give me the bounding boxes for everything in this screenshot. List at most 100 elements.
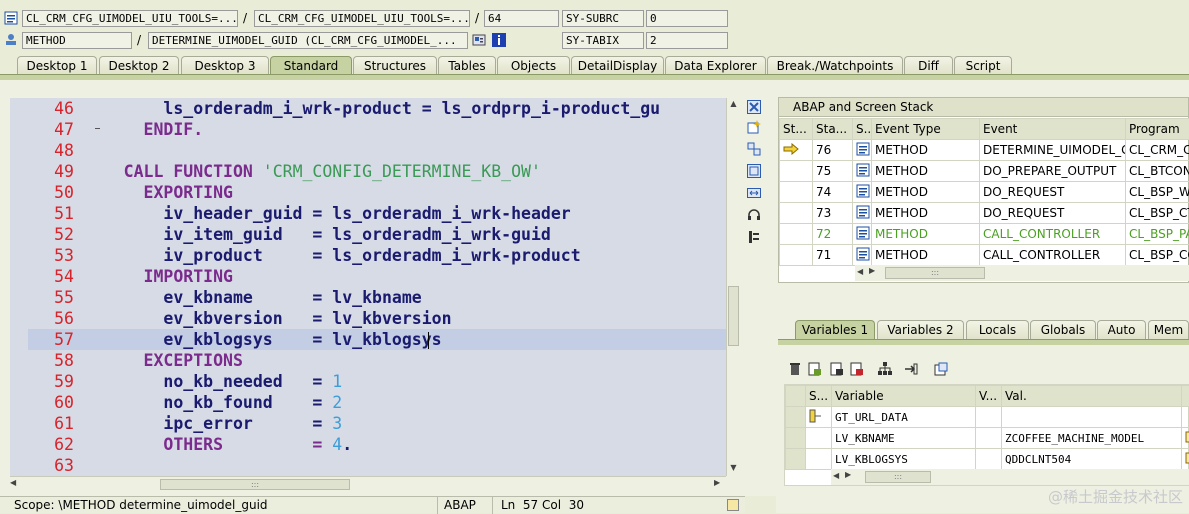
editor-horizontal-scrollbar[interactable]: ◀ ::: ▶ xyxy=(10,476,726,492)
tab-mem[interactable]: Mem xyxy=(1148,320,1189,340)
code-line[interactable]: 47 ENDIF. xyxy=(28,119,726,140)
stack-column-header[interactable]: Event Type xyxy=(872,119,980,140)
debug-settings-icon[interactable] xyxy=(747,230,761,244)
code-line[interactable]: 49 CALL FUNCTION 'CRM_CONFIG_DETERMINE_K… xyxy=(28,161,726,182)
tab-desktop-3[interactable]: Desktop 3 xyxy=(181,56,269,75)
fold-marker[interactable] xyxy=(95,128,100,129)
variables-column-header[interactable]: Val. xyxy=(1002,386,1182,407)
variable-name[interactable]: LV_KBNAME xyxy=(832,428,976,449)
variable-value[interactable]: QDDCLNT504 xyxy=(1002,449,1182,470)
stack-column-header[interactable]: S... xyxy=(853,119,872,140)
new-tool-icon[interactable] xyxy=(747,120,761,134)
code-line[interactable]: 59 no_kb_needed = 1 xyxy=(28,371,726,392)
stack-column-header[interactable]: St... xyxy=(780,119,813,140)
tab-variables-2[interactable]: Variables 2 xyxy=(877,320,964,340)
display-object-icon[interactable] xyxy=(472,33,486,47)
edit-icon[interactable] xyxy=(1185,430,1189,444)
tab-desktop-2[interactable]: Desktop 2 xyxy=(99,56,179,75)
row-selector[interactable] xyxy=(786,449,806,470)
editor-vertical-scrollbar[interactable]: ▲ ▼ xyxy=(726,98,740,476)
new-window-icon[interactable] xyxy=(934,362,948,376)
variables-horizontal-scrollbar[interactable]: ◀ ▶ ::: xyxy=(831,469,1189,485)
scroll-thumb[interactable] xyxy=(728,286,739,346)
stack-horizontal-scrollbar[interactable]: ◀ ▶ ::: xyxy=(855,265,1189,281)
stack-row[interactable]: 72METHODCALL_CONTROLLERCL_BSP_PA xyxy=(780,224,1189,245)
tab-variables-1[interactable]: Variables 1 xyxy=(795,320,875,340)
scroll-down-icon[interactable]: ▼ xyxy=(727,462,740,474)
variable-row[interactable]: LV_KBLOGSYS QDDCLNT504 xyxy=(786,449,1189,470)
close-icon[interactable] xyxy=(747,100,761,114)
code-line[interactable]: 57 ev_kblogsys = lv_kblogsys xyxy=(28,329,726,350)
code-line[interactable]: 63 xyxy=(28,455,726,476)
tab-break-watchpoints[interactable]: Break./Watchpoints xyxy=(767,56,903,75)
variables-column-header[interactable]: V... xyxy=(976,386,1002,407)
variables-column-header[interactable]: Variable xyxy=(832,386,976,407)
code-line[interactable]: 61 ipc_error = 3 xyxy=(28,413,726,434)
scroll-thumb[interactable]: ::: xyxy=(865,471,931,483)
tab-objects[interactable]: Objects xyxy=(497,56,570,75)
scroll-right-icon[interactable]: ▶ xyxy=(714,478,720,487)
scroll-left-icon[interactable]: ◀ xyxy=(833,471,839,480)
scroll-left-icon[interactable]: ◀ xyxy=(10,478,16,487)
edit-value-cell[interactable] xyxy=(1182,449,1189,470)
code-line[interactable]: 60 no_kb_found = 2 xyxy=(28,392,726,413)
edit-value-cell[interactable] xyxy=(1182,407,1189,428)
variable-row[interactable]: LV_KBNAME ZCOFFEE_MACHINE_MODEL xyxy=(786,428,1189,449)
export-icon[interactable] xyxy=(808,362,822,376)
code-line[interactable]: 48 xyxy=(28,140,726,161)
tree-icon[interactable] xyxy=(4,33,18,47)
variable-value[interactable] xyxy=(1002,407,1182,428)
save-variables-icon[interactable] xyxy=(850,362,864,376)
stack-column-header[interactable]: Program xyxy=(1126,119,1189,140)
code-lines[interactable]: 46 ls_orderadm_i_wrk-product = ls_ordprp… xyxy=(28,98,726,476)
scroll-right-icon[interactable]: ▶ xyxy=(869,266,875,275)
scroll-left-icon[interactable]: ◀ xyxy=(857,267,863,276)
method-list-icon[interactable] xyxy=(4,11,18,25)
info-icon[interactable] xyxy=(492,33,506,47)
maximize-icon[interactable] xyxy=(747,164,761,178)
code-line[interactable]: 56 ev_kbversion = lv_kbversion xyxy=(28,308,726,329)
code-line[interactable]: 52 iv_item_guid = ls_orderadm_i_wrk-guid xyxy=(28,224,726,245)
variables-extra-column-header[interactable] xyxy=(1182,386,1189,407)
swap-tool-icon[interactable] xyxy=(747,142,761,156)
stack-row[interactable]: 75METHODDO_PREPARE_OUTPUTCL_BTCONF xyxy=(780,161,1189,182)
resize-icon[interactable] xyxy=(747,186,761,200)
row-selector-header[interactable] xyxy=(786,386,806,407)
tab-globals[interactable]: Globals xyxy=(1030,320,1096,340)
edit-icon[interactable] xyxy=(1185,451,1189,465)
tab-standard[interactable]: Standard xyxy=(270,56,352,75)
stack-column-header[interactable]: Event xyxy=(980,119,1126,140)
code-line[interactable]: 58 EXCEPTIONS xyxy=(28,350,726,371)
variable-name[interactable]: LV_KBLOGSYS xyxy=(832,449,976,470)
code-line[interactable]: 55 ev_kbname = lv_kbname xyxy=(28,287,726,308)
headset-icon[interactable] xyxy=(747,208,761,222)
scroll-up-icon[interactable]: ▲ xyxy=(727,98,740,110)
code-line[interactable]: 51 iv_header_guid = ls_orderadm_i_wrk-he… xyxy=(28,203,726,224)
code-line[interactable]: 54 IMPORTING xyxy=(28,266,726,287)
scroll-right-icon[interactable]: ▶ xyxy=(845,470,851,479)
stack-row[interactable]: 71METHODCALL_CONTROLLERCL_BSP_CO xyxy=(780,245,1189,266)
tab-locals[interactable]: Locals xyxy=(966,320,1029,340)
code-line[interactable]: 53 iv_product = ls_orderadm_i_wrk-produc… xyxy=(28,245,726,266)
tab-script[interactable]: Script xyxy=(954,56,1012,75)
variable-value[interactable]: ZCOFFEE_MACHINE_MODEL xyxy=(1002,428,1182,449)
stack-column-header[interactable]: Sta... xyxy=(813,119,853,140)
stack-row[interactable]: 73METHODDO_REQUESTCL_BSP_CT xyxy=(780,203,1189,224)
tab-detaildisplay[interactable]: DetailDisplay xyxy=(571,56,664,75)
notes-icon[interactable] xyxy=(727,499,739,511)
tab-tables[interactable]: Tables xyxy=(438,56,496,75)
tab-structures[interactable]: Structures xyxy=(353,56,437,75)
code-line[interactable]: 62 OTHERS = 4. xyxy=(28,434,726,455)
scroll-thumb[interactable]: ::: xyxy=(885,267,985,279)
row-selector[interactable] xyxy=(786,428,806,449)
tab-diff[interactable]: Diff xyxy=(904,56,953,75)
edit-value-cell[interactable] xyxy=(1182,428,1189,449)
tab-desktop-1[interactable]: Desktop 1 xyxy=(17,56,97,75)
variables-column-header[interactable]: S... xyxy=(806,386,832,407)
variable-row[interactable]: GT_URL_DATA xyxy=(786,407,1189,428)
import-icon[interactable] xyxy=(830,362,844,376)
code-line[interactable]: 50 EXPORTING xyxy=(28,182,726,203)
code-line[interactable]: 46 ls_orderadm_i_wrk-product = ls_ordprp… xyxy=(28,98,726,119)
scroll-thumb[interactable]: ::: xyxy=(160,479,350,490)
row-selector[interactable] xyxy=(786,407,806,428)
